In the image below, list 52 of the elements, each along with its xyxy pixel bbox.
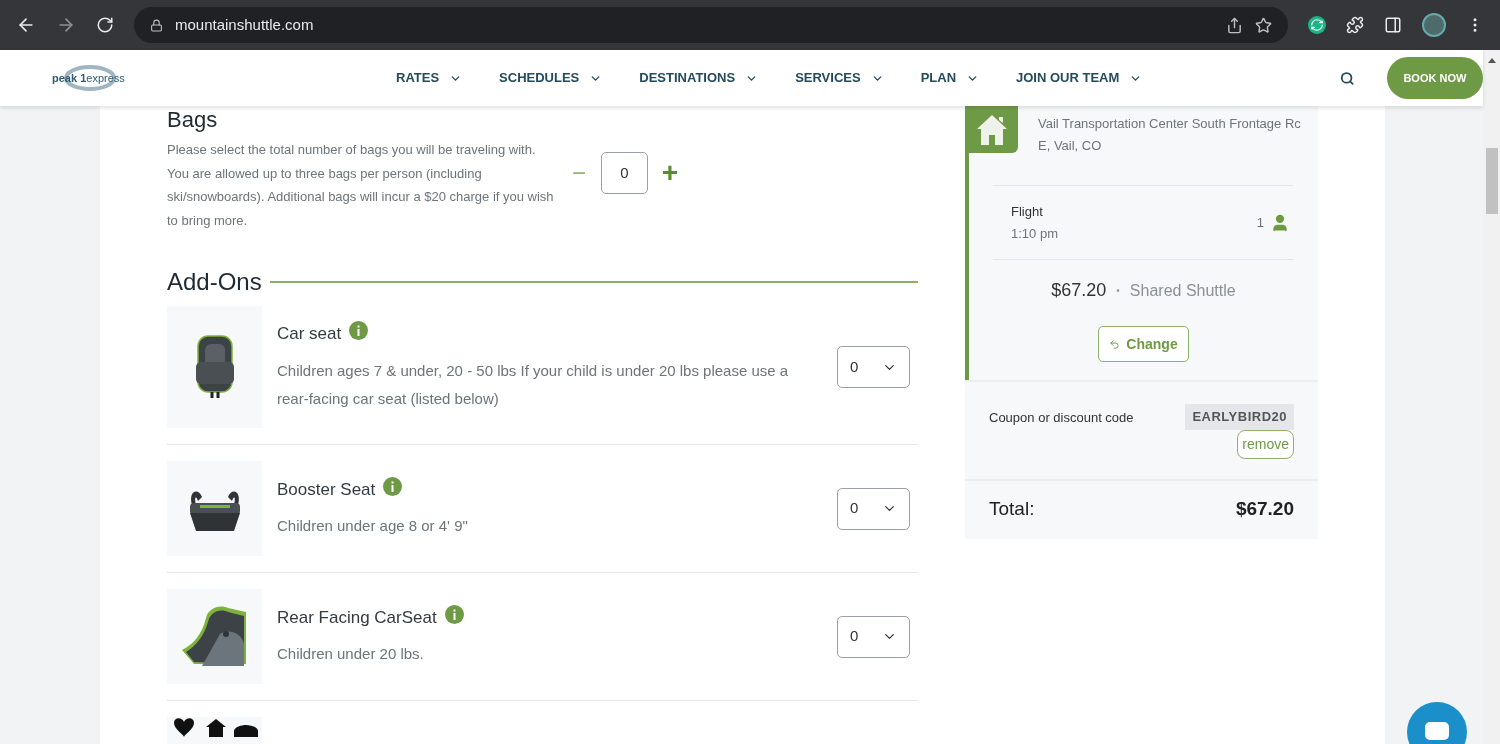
url-text: mountainshuttle.com [175, 14, 314, 35]
service-type: Shared Shuttle [1129, 280, 1236, 301]
info-icon[interactable] [383, 476, 403, 496]
coupon-code-tag: EARLYBIRD20 [1185, 404, 1294, 430]
address-text: Vail Transportation Center South Frontage Rc [1038, 115, 1301, 133]
reload-icon[interactable] [96, 16, 114, 34]
flight-time: 1:10 pm [1011, 224, 1058, 243]
quantity-dropdown[interactable]: 0 [837, 487, 910, 530]
info-icon[interactable] [444, 604, 464, 624]
bookmark-star-icon[interactable] [1255, 16, 1272, 34]
price-text: $67.20 [1051, 279, 1107, 302]
car-seat-icon [193, 334, 236, 400]
extensions-icon[interactable] [1346, 16, 1364, 34]
nav-menu-item[interactable]: RATES [396, 68, 463, 88]
bag-count-field[interactable]: 0 [601, 152, 648, 194]
total-value: $67.20 [1235, 497, 1294, 522]
nav-menu-item[interactable]: JOIN OUR TEAM [1016, 68, 1143, 88]
info-icon[interactable] [349, 321, 369, 341]
quantity-dropdown[interactable]: 0 [837, 346, 910, 388]
addon-name: Rear Facing CarSeat [277, 606, 437, 629]
share-icon[interactable] [1226, 16, 1243, 34]
nav-menu-item[interactable]: SCHEDULES [499, 68, 603, 88]
address-text: E, Vail, CO [1038, 136, 1103, 155]
total-label: Total: [989, 497, 1035, 522]
extension-icon[interactable] [1308, 16, 1326, 34]
addon-name: Car seat [277, 323, 342, 346]
chat-button[interactable] [1407, 702, 1467, 744]
addon-name: Booster Seat [277, 478, 376, 501]
side-panel-icon[interactable] [1384, 16, 1402, 34]
scrollbar-thumb[interactable] [1485, 148, 1498, 214]
profile-avatar[interactable] [1422, 13, 1446, 37]
passenger-count: 1 [1256, 213, 1264, 232]
undo-icon [1109, 338, 1121, 350]
addon-description: Children under age 8 or 4' 9" [277, 516, 469, 537]
search-icon[interactable] [1340, 70, 1355, 86]
scroll-up-arrow-icon[interactable] [1487, 58, 1496, 63]
addon-description: Children ages 7 & under, 20 - 50 lbs If your child is under 20 lbs please use a rear-facing car seat (listed below) [277, 360, 790, 409]
person-icon [1270, 212, 1290, 233]
section-title: Add-Ons [167, 268, 262, 296]
addon-description: Children under 20 lbs. [277, 644, 425, 665]
bags-description: Please select the total number of bags you will be traveling with. You are allowed up to three bags per person (including ski/snowboards). Additional bags will incur a $20 charge if you wish to bring more. [167, 141, 555, 230]
nav-menu-item[interactable]: SERVICES [795, 68, 884, 88]
lock-icon [150, 18, 163, 32]
increment-button[interactable]: + [660, 159, 680, 187]
separator-dot: • [1116, 284, 1120, 298]
nav-menu-item[interactable]: DESTINATIONS [639, 68, 759, 88]
quantity-dropdown[interactable]: 0 [837, 615, 910, 658]
flight-label: Flight [1011, 203, 1044, 221]
address-bar[interactable]: mountainshuttle.com [134, 7, 1288, 43]
coupon-label: Coupon or discount code [989, 409, 1134, 427]
section-title: Bags [167, 108, 219, 132]
nav-menu-item[interactable]: PLAN [920, 68, 980, 88]
